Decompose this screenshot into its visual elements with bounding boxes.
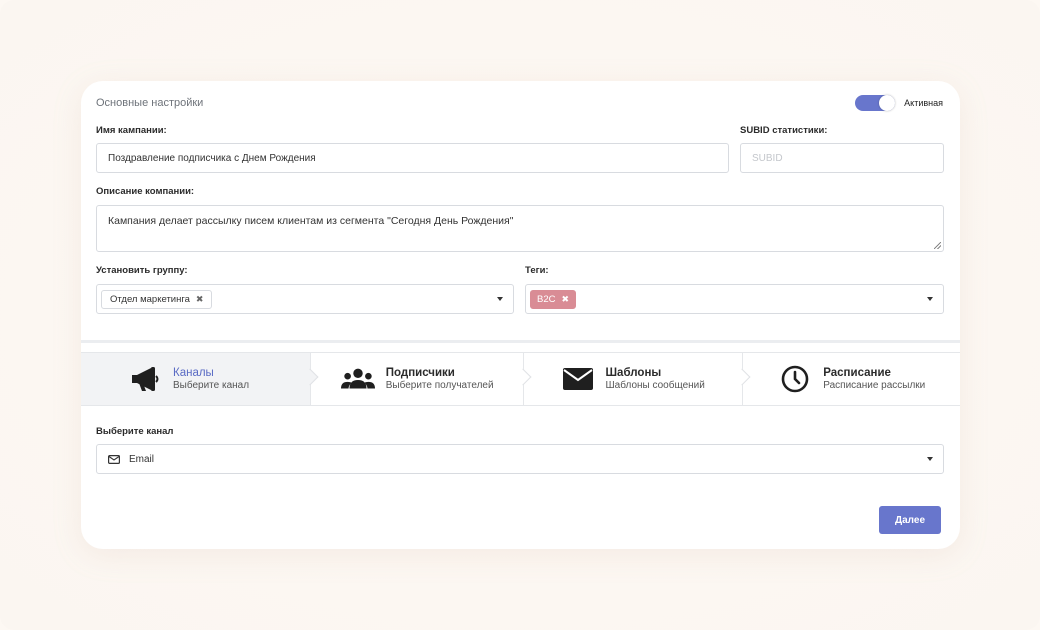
step-subscribers-title: Подписчики bbox=[385, 366, 455, 379]
group-select[interactable]: Отдел маркетинга ✖ bbox=[96, 284, 514, 314]
group-chip-label: Отдел маркетинга bbox=[110, 293, 190, 305]
tag-chip: B2C ✖ bbox=[530, 289, 577, 309]
chevron-down-icon bbox=[497, 297, 503, 301]
step-templates-title: Шаблоны bbox=[605, 366, 662, 379]
envelope-outline-icon bbox=[108, 454, 120, 464]
step-subscribers[interactable]: Подписчики Выберите получателей bbox=[310, 353, 531, 405]
step-channels-subtitle: Выберите канал bbox=[173, 379, 250, 391]
users-icon bbox=[340, 365, 375, 393]
channel-value: Email bbox=[129, 453, 155, 465]
channel-label: Выберите канал bbox=[96, 426, 174, 437]
chevron-down-icon bbox=[927, 297, 933, 301]
step-templates[interactable]: Шаблоны Шаблоны сообщений bbox=[523, 353, 751, 405]
envelope-icon bbox=[561, 365, 595, 393]
group-chip: Отдел маркетинга ✖ bbox=[101, 289, 213, 309]
step-schedule-title: Расписание bbox=[823, 366, 891, 379]
clock-icon bbox=[778, 365, 812, 393]
subid-placeholder: SUBID bbox=[752, 152, 783, 164]
wizard-steps: Каналы Выберите канал Подписчики Выберит… bbox=[81, 352, 960, 406]
toggle-knob bbox=[879, 95, 896, 111]
description-textarea[interactable]: Кампания делает рассылку писем клиентам … bbox=[96, 205, 944, 252]
step-channels-title: Каналы bbox=[173, 366, 214, 379]
megaphone-icon bbox=[128, 365, 162, 393]
section-title: Основные настройки bbox=[96, 97, 204, 109]
group-chip-remove-icon[interactable]: ✖ bbox=[196, 294, 204, 305]
campaign-name-label: Имя кампании: bbox=[96, 125, 167, 136]
next-button[interactable]: Далее bbox=[879, 506, 941, 534]
step-schedule[interactable]: Расписание Расписание рассылки bbox=[743, 353, 960, 405]
tags-select[interactable]: B2C ✖ bbox=[525, 284, 944, 314]
tags-label: Теги: bbox=[525, 265, 549, 276]
resize-grip-icon[interactable] bbox=[934, 242, 941, 249]
channel-select[interactable]: Email bbox=[96, 444, 944, 474]
campaign-name-value: Поздравление подписчика с Днем Рождения bbox=[108, 152, 316, 164]
campaign-settings-card: Основные настройки Активная Имя кампании… bbox=[81, 81, 960, 549]
chevron-down-icon bbox=[927, 457, 933, 461]
description-value: Кампания делает рассылку писем клиентам … bbox=[108, 215, 514, 227]
group-label: Установить группу: bbox=[96, 265, 188, 276]
step-channels[interactable]: Каналы Выберите канал bbox=[81, 353, 319, 405]
tag-chip-label: B2C bbox=[537, 293, 556, 305]
section-divider bbox=[81, 340, 960, 343]
subid-label: SUBID статистики: bbox=[740, 125, 828, 136]
description-label: Описание компании: bbox=[96, 186, 195, 197]
active-toggle[interactable] bbox=[855, 95, 896, 111]
campaign-name-input[interactable]: Поздравление подписчика с Днем Рождения bbox=[96, 143, 729, 173]
step-schedule-subtitle: Расписание рассылки bbox=[823, 379, 926, 391]
tag-chip-remove-icon[interactable]: ✖ bbox=[561, 294, 569, 305]
active-toggle-wrap: Активная bbox=[855, 95, 943, 111]
step-subscribers-subtitle: Выберите получателей bbox=[385, 379, 494, 391]
active-toggle-label: Активная bbox=[904, 98, 943, 108]
subid-input[interactable]: SUBID bbox=[740, 143, 944, 173]
step-templates-subtitle: Шаблоны сообщений bbox=[605, 379, 705, 391]
